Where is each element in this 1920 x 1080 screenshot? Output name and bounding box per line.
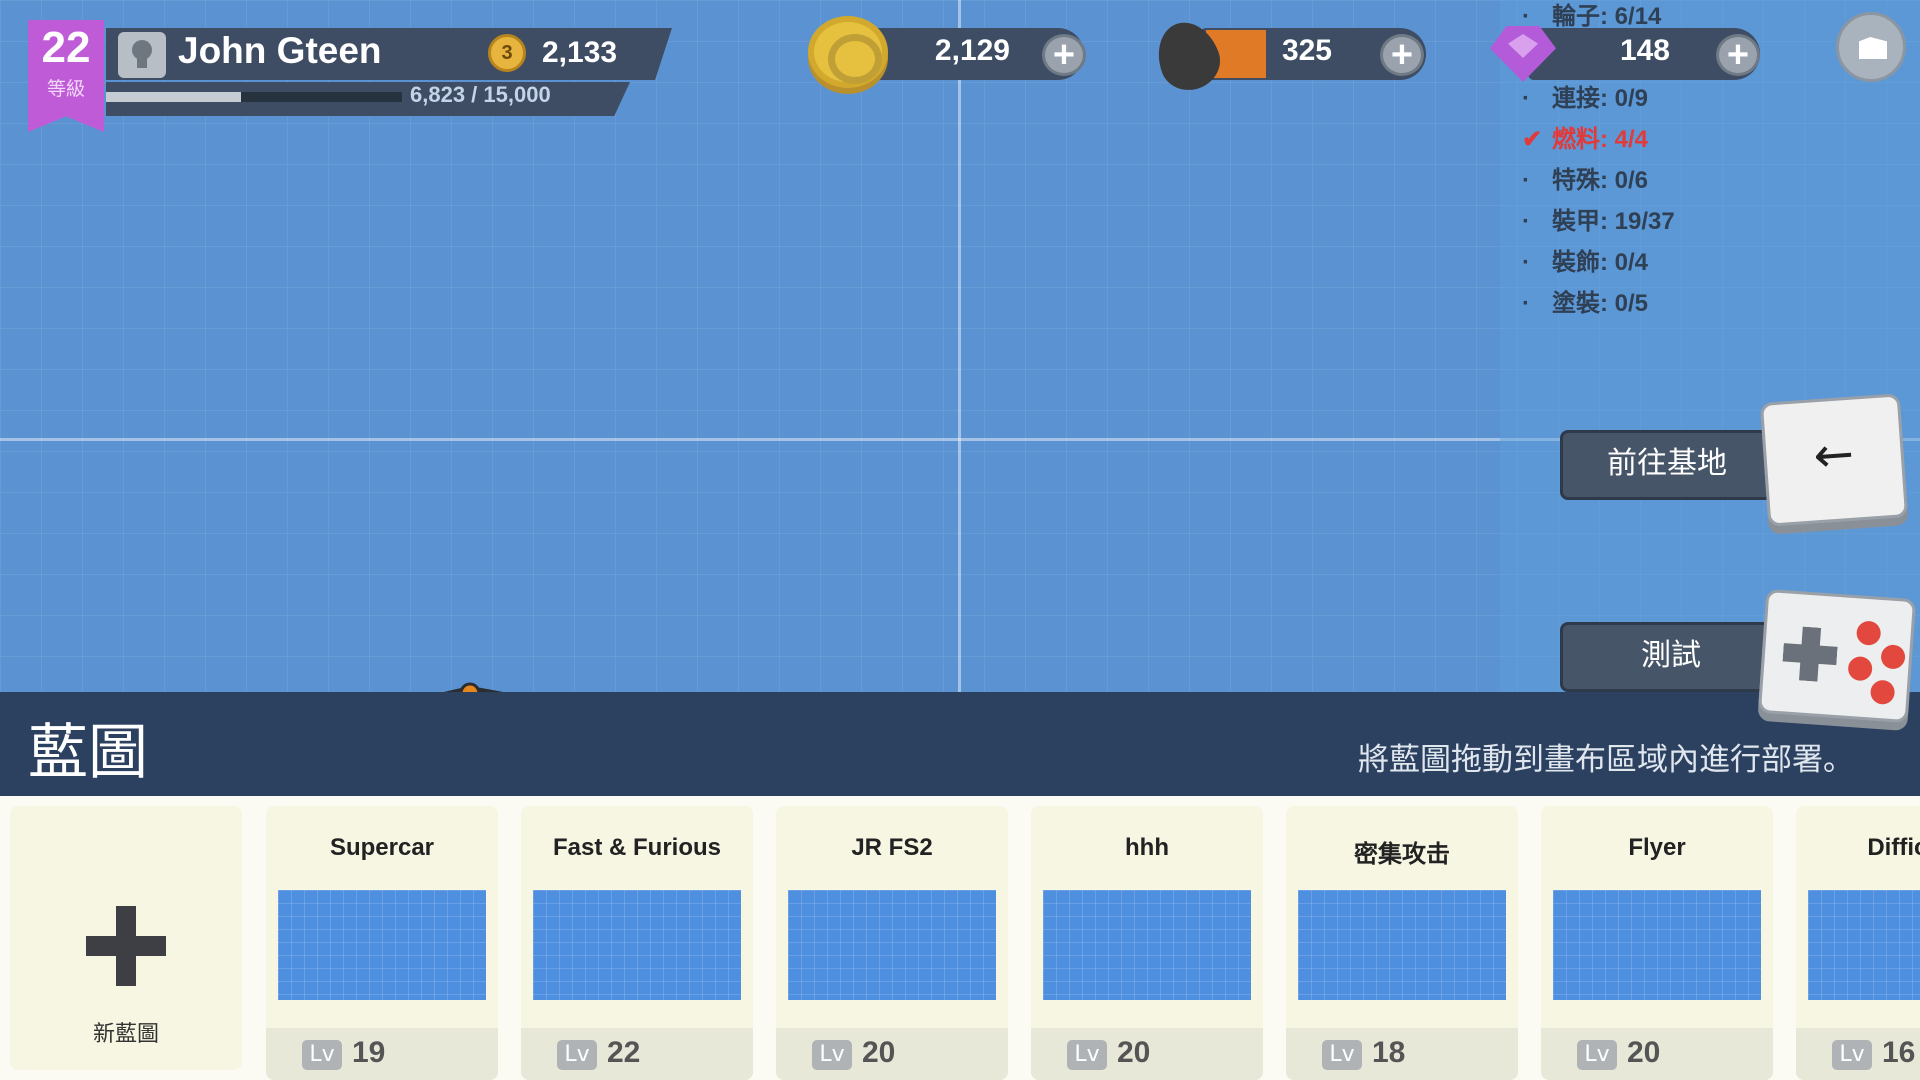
bullet-icon: ·: [1522, 85, 1530, 112]
blueprint-thumbnail: [1043, 890, 1251, 1000]
blueprint-title: 藍圖: [28, 718, 148, 788]
bullet-icon: ·: [1522, 208, 1530, 235]
bullet-icon: ·: [1522, 249, 1530, 276]
blueprint-name: Flyer: [1628, 834, 1686, 861]
blueprint-card[interactable]: 密集攻击 Lv 18: [1286, 806, 1518, 1080]
parts-list-label: 裝甲: 19/37: [1552, 208, 1675, 235]
blueprint-level: Lv 20: [1031, 1028, 1263, 1080]
fuel-value: 325: [1281, 34, 1332, 67]
add-coins-button[interactable]: +: [1042, 34, 1086, 76]
blueprint-card[interactable]: Difficult Lv 16: [1796, 806, 1920, 1080]
blueprint-level-value: 19: [352, 1036, 386, 1069]
level-tag-icon: Lv: [1067, 1040, 1107, 1070]
blueprint-card[interactable]: Flyer Lv 20: [1541, 806, 1773, 1080]
blueprint-level-value: 20: [1117, 1036, 1151, 1069]
blueprint-level-value: 18: [1372, 1036, 1406, 1069]
menu-button[interactable]: [1836, 12, 1906, 82]
gems-value: 148: [1619, 34, 1670, 67]
parts-list-item: · 輪子: 6/14: [1522, 0, 1661, 31]
parts-list-item: · 裝甲: 19/37: [1522, 201, 1675, 236]
vehicle-frame[interactable]: [150, 680, 1250, 692]
parts-list-item: · 裝飾: 0/4: [1522, 242, 1648, 277]
blueprint-hint: 將藍圖拖動到畫布區域內進行部署。: [1358, 742, 1854, 778]
blueprint-name: Fast & Furious: [552, 834, 721, 861]
gamepad-button-icon: [1855, 620, 1882, 646]
parts-list-label: 塗裝: 0/5: [1552, 290, 1649, 317]
coins-value: 2,129: [934, 34, 1010, 67]
level-tag-icon: Lv: [1322, 1040, 1362, 1070]
canvas-axis-vertical: [958, 0, 961, 692]
blueprint-level-value: 16: [1882, 1036, 1916, 1069]
level-tag-icon: Lv: [812, 1040, 852, 1070]
arrow-left-icon: ←: [1811, 425, 1856, 485]
player-level-label: 等級: [46, 78, 85, 100]
blueprint-thumbnail: [1553, 890, 1761, 1000]
medal-icon: 3: [488, 34, 526, 72]
back-arrow-button[interactable]: ←: [1759, 393, 1909, 527]
blueprint-level: Lv 22: [521, 1028, 753, 1080]
blueprint-card[interactable]: Fast & Furious Lv 22: [521, 806, 753, 1080]
blueprint-card[interactable]: JR FS2 Lv 20: [776, 806, 1008, 1080]
parts-list-label: 裝飾: 0/4: [1552, 249, 1649, 276]
gamepad-button-icon: [1869, 679, 1896, 706]
coin-icon: [808, 16, 888, 88]
plus-icon: [86, 906, 166, 986]
blueprint-name: JR FS2: [851, 834, 933, 861]
parts-list-label: 連接: 0/9: [1552, 85, 1649, 112]
blueprint-level: Lv 18: [1286, 1028, 1518, 1080]
medal-count: 2,133: [542, 36, 618, 69]
blueprint-level: Lv 20: [1541, 1028, 1773, 1080]
blueprint-level-value: 22: [607, 1036, 641, 1069]
xp-track: [106, 92, 402, 102]
blueprint-card[interactable]: hhh Lv 20: [1031, 806, 1263, 1080]
level-tag-icon: Lv: [302, 1040, 342, 1070]
xp-text: 6,823 / 15,000: [410, 82, 551, 107]
xp-fill: [106, 92, 241, 102]
level-tag-icon: Lv: [1577, 1040, 1617, 1070]
blueprint-card[interactable]: Supercar Lv 19: [266, 806, 498, 1080]
gamepad-button-icon: [1880, 644, 1906, 670]
check-icon: ✔: [1522, 126, 1543, 153]
parts-list-item: ✔ 燃料: 4/4: [1522, 119, 1648, 154]
gamepad-button-icon: [1847, 655, 1873, 682]
new-blueprint-label: 新藍圖: [92, 1022, 159, 1047]
parts-list-label: 燃料: 4/4: [1552, 126, 1649, 153]
add-gems-button[interactable]: +: [1716, 34, 1760, 76]
blueprint-name: Difficult: [1867, 834, 1920, 861]
parts-list-item: · 連接: 0/9: [1522, 78, 1648, 113]
parts-list-label: 特殊: 0/6: [1552, 167, 1649, 194]
dpad-icon: [1781, 625, 1839, 683]
player-level: 22: [41, 23, 91, 72]
blueprint-level: Lv 16: [1796, 1028, 1920, 1080]
blueprint-level-value: 20: [862, 1036, 896, 1069]
blueprint-thumbnail: [1808, 890, 1920, 1000]
blueprint-level: Lv 20: [776, 1028, 1008, 1080]
level-ribbon: 22 等級: [28, 20, 104, 132]
level-tag-icon: Lv: [557, 1040, 597, 1070]
blueprint-thumbnail: [1298, 890, 1506, 1000]
bullet-icon: ·: [1522, 290, 1530, 317]
parts-list-label: 輪子: 6/14: [1552, 3, 1662, 30]
gamepad-icon[interactable]: [1757, 588, 1917, 724]
blueprint-name: hhh: [1125, 834, 1169, 861]
parts-list-item: · 特殊: 0/6: [1522, 160, 1648, 195]
blueprint-thumbnail: [278, 890, 486, 1000]
add-fuel-button[interactable]: +: [1380, 34, 1424, 76]
blueprint-name: 密集攻击: [1354, 841, 1450, 868]
blueprint-level: Lv 19: [266, 1028, 498, 1080]
blueprint-thumbnail: [533, 890, 741, 1000]
avatar-icon[interactable]: [118, 32, 166, 78]
blueprint-tray: 新藍圖 Supercar Lv 19 Fast & Furious Lv 22 JR FS2…: [0, 796, 1920, 1080]
new-blueprint-button[interactable]: 新藍圖: [10, 806, 242, 1070]
level-tag-icon: Lv: [1832, 1040, 1872, 1070]
parts-list-item: · 塗裝: 0/5: [1522, 283, 1648, 318]
bullet-icon: ·: [1522, 167, 1530, 194]
blueprint-thumbnail: [788, 890, 996, 1000]
blueprint-name: Supercar: [329, 834, 435, 861]
player-name: John Gteen: [178, 30, 382, 71]
blueprint-level-value: 20: [1627, 1036, 1661, 1069]
